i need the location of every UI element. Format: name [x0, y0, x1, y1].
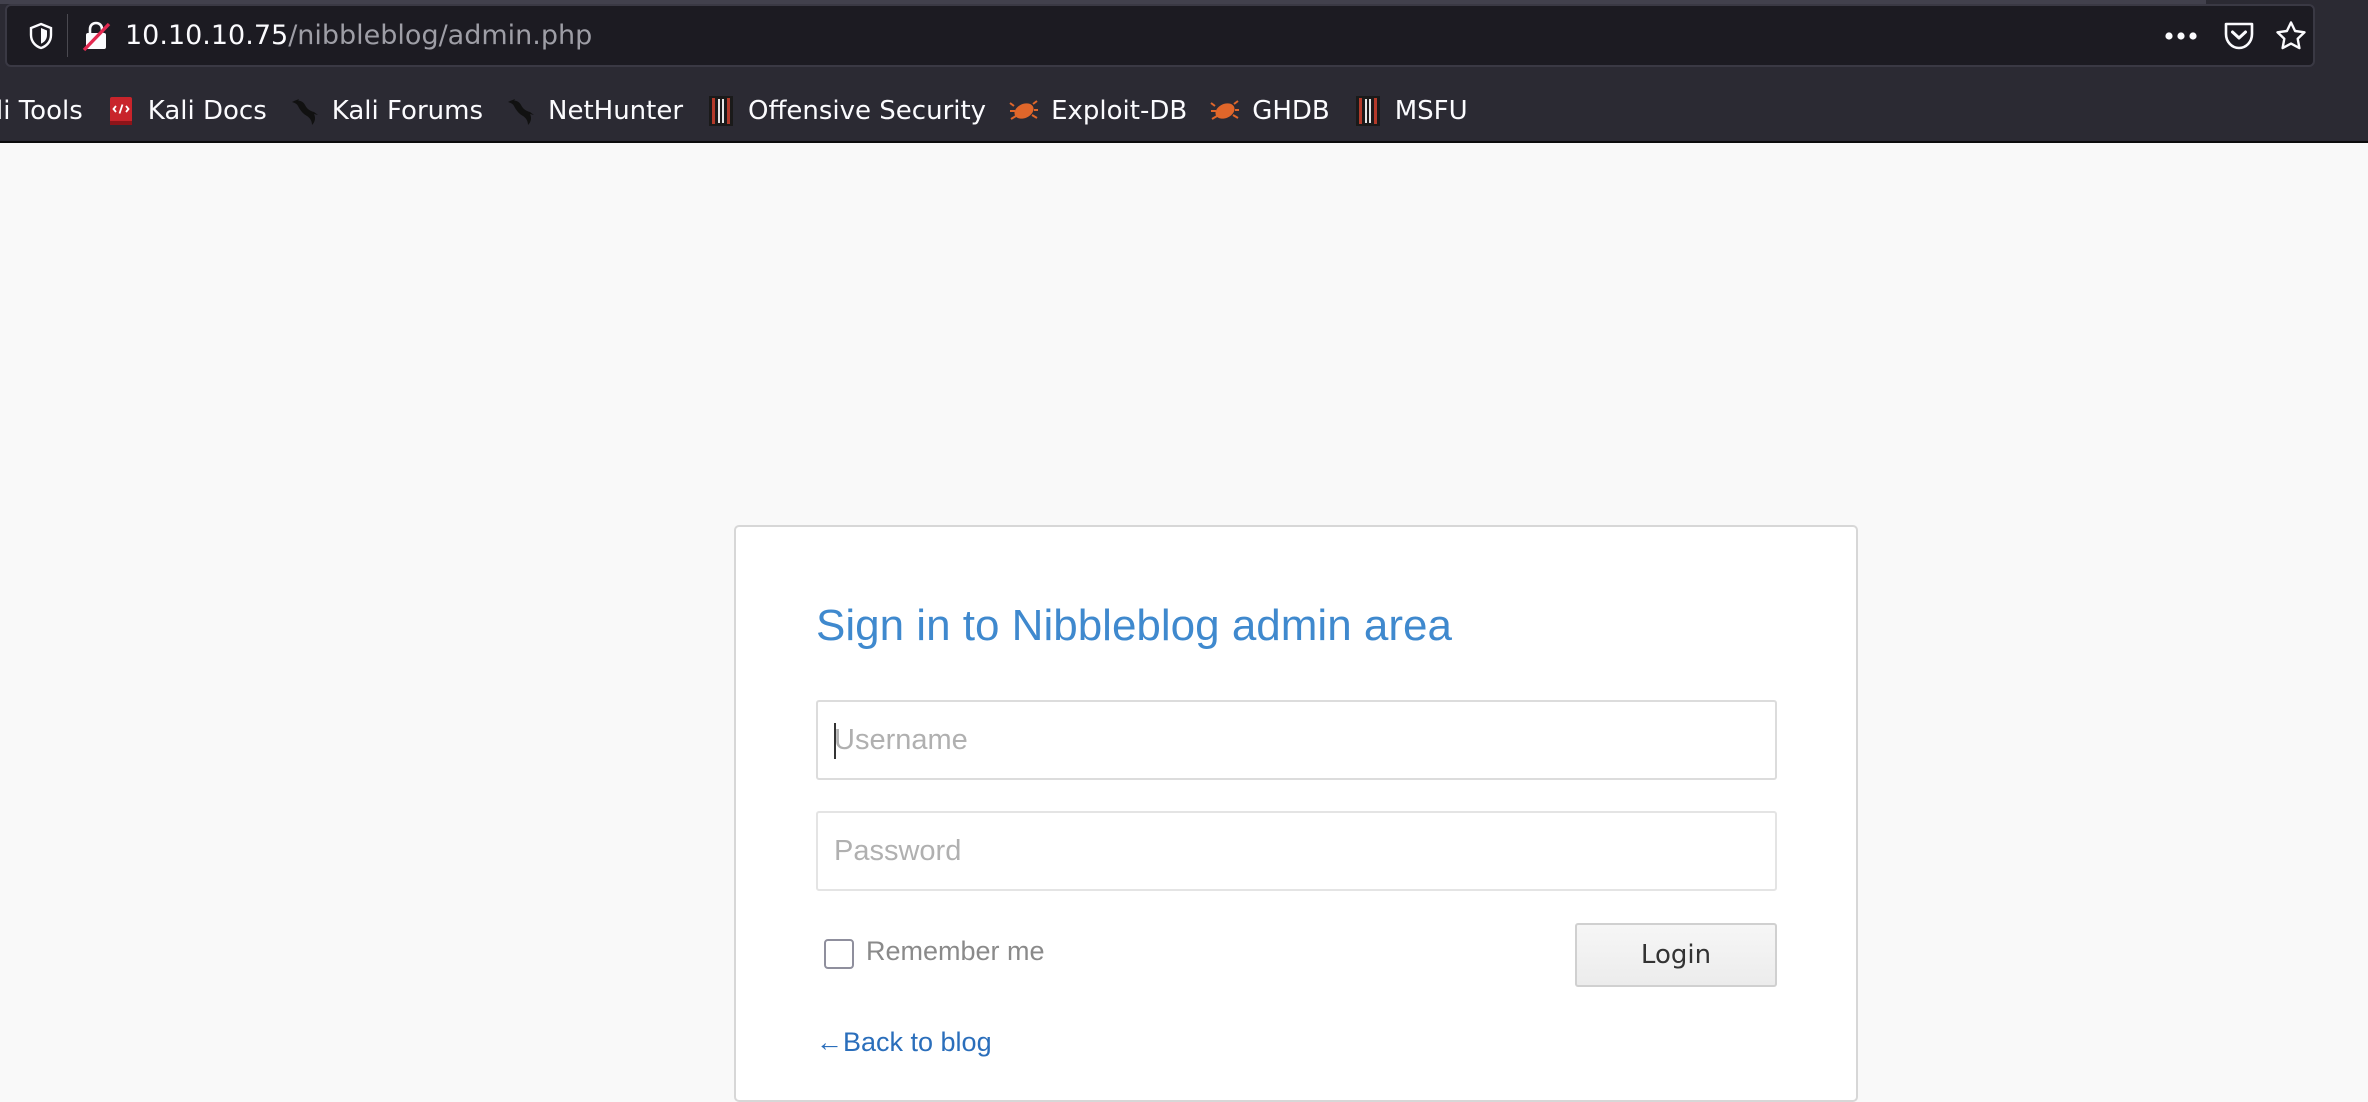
- text-cursor: [834, 723, 836, 759]
- bookmark-offensive-security[interactable]: Offensive Security: [706, 89, 986, 133]
- bookmark-label: MSFU: [1394, 96, 1468, 126]
- kali-dragon-icon: [290, 96, 320, 126]
- bookmark-label: GHDB: [1252, 96, 1330, 126]
- url-text[interactable]: 10.10.10.75/nibbleblog/admin.php: [125, 6, 592, 65]
- login-card: Sign in to Nibbleblog admin area Remembe…: [734, 525, 1858, 1102]
- url-host: 10.10.10.75: [125, 20, 289, 51]
- offsec-icon: [706, 96, 736, 126]
- bookmarks-toolbar: li Tools Kali Docs Kali Forums NetHunter…: [0, 82, 1491, 140]
- login-button[interactable]: Login: [1575, 923, 1777, 987]
- bookmark-label: Kali Docs: [147, 96, 267, 126]
- identity-divider: [67, 14, 68, 57]
- page-title: Sign in to Nibbleblog admin area: [816, 601, 1452, 650]
- page-content: Sign in to Nibbleblog admin area Remembe…: [0, 143, 2368, 1102]
- bookmark-label: Exploit-DB: [1051, 96, 1188, 126]
- offsec-icon: [1353, 96, 1383, 126]
- remember-me-row: Remember me: [824, 933, 1045, 969]
- bookmark-nethunter[interactable]: NetHunter: [506, 89, 683, 133]
- star-icon[interactable]: [2271, 6, 2311, 65]
- bookmark-label: li Tools: [0, 96, 83, 126]
- pocket-icon[interactable]: [2219, 6, 2259, 65]
- back-to-blog-link[interactable]: ←Back to blog: [816, 1027, 992, 1058]
- bookmark-label: Kali Forums: [331, 96, 483, 126]
- shield-icon[interactable]: [25, 6, 57, 65]
- insecure-lock-icon[interactable]: [80, 6, 112, 65]
- bookmark-label: NetHunter: [548, 96, 684, 126]
- bookmark-label: Offensive Security: [748, 96, 987, 126]
- remember-me-checkbox[interactable]: [824, 939, 854, 969]
- kali-dragon-icon: [506, 96, 536, 126]
- exploitdb-bug-icon: [1210, 96, 1240, 126]
- username-field[interactable]: [816, 700, 1777, 780]
- bookmark-kali-docs[interactable]: Kali Docs: [106, 89, 267, 133]
- bookmark-exploit-db[interactable]: Exploit-DB: [1009, 89, 1187, 133]
- url-bar[interactable]: 10.10.10.75/nibbleblog/admin.php: [5, 4, 2315, 67]
- password-field[interactable]: [816, 811, 1777, 891]
- exploitdb-bug-icon: [1009, 96, 1039, 126]
- kali-docs-icon: [106, 96, 136, 126]
- bookmark-msfu[interactable]: MSFU: [1353, 89, 1468, 133]
- bookmark-ghdb[interactable]: GHDB: [1210, 89, 1330, 133]
- more-horizontal-icon[interactable]: [2161, 6, 2201, 65]
- browser-toolbar: 10.10.10.75/nibbleblog/admin.php li Tool…: [0, 0, 2368, 143]
- bookmark-kali-tools[interactable]: li Tools: [0, 89, 83, 133]
- remember-me-label[interactable]: Remember me: [866, 936, 1045, 967]
- bookmark-kali-forums[interactable]: Kali Forums: [290, 89, 483, 133]
- url-path: /nibbleblog/admin.php: [288, 20, 593, 51]
